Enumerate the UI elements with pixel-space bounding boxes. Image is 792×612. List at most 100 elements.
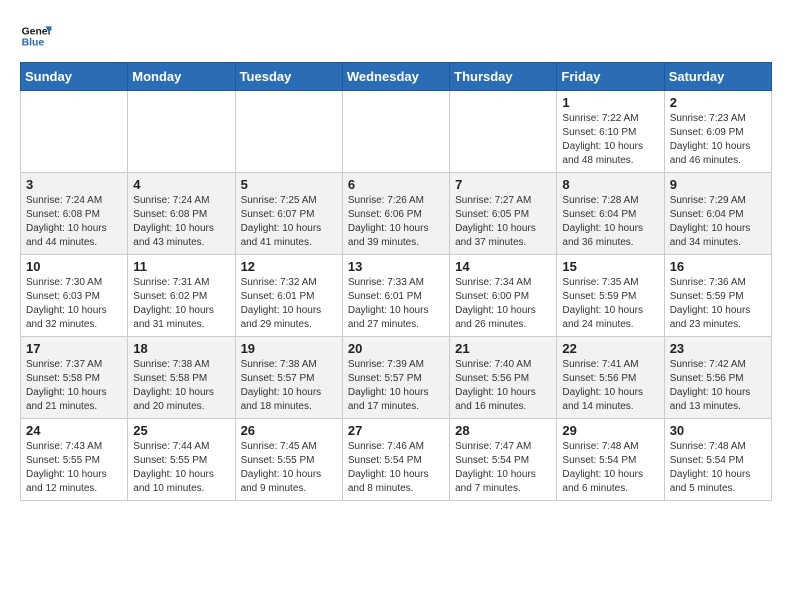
day-info: Sunrise: 7:38 AM Sunset: 5:57 PM Dayligh… (241, 358, 337, 414)
day-number: 27 (348, 423, 444, 438)
calendar-cell: 16Sunrise: 7:36 AM Sunset: 5:59 PM Dayli… (664, 255, 771, 337)
day-number: 11 (133, 259, 229, 274)
day-info: Sunrise: 7:35 AM Sunset: 5:59 PM Dayligh… (562, 276, 658, 332)
day-number: 20 (348, 341, 444, 356)
calendar-cell: 2 Sunrise: 7:23 AM Sunset: 6:09 PM Daylig… (664, 91, 771, 173)
day-info: Sunrise: 7:40 AM Sunset: 5:56 PM Dayligh… (455, 358, 551, 414)
calendar-cell (235, 91, 342, 173)
calendar-cell (450, 91, 557, 173)
day-info: Sunrise: 7:37 AM Sunset: 5:58 PM Dayligh… (26, 358, 122, 414)
day-info: Sunrise: 7:25 AM Sunset: 6:07 PM Dayligh… (241, 194, 337, 250)
day-info: Sunrise: 7:38 AM Sunset: 5:58 PM Dayligh… (133, 358, 229, 414)
calendar-cell: 17 Sunrise: 7:37 AM Sunset: 5:58 PM Dayli… (21, 337, 128, 419)
calendar-cell: 25 Sunrise: 7:44 AM Sunset: 5:55 PM Dayli… (128, 419, 235, 501)
calendar-cell: 11 Sunrise: 7:31 AM Sunset: 6:02 PM Dayli… (128, 255, 235, 337)
day-info: Sunrise: 7:48 AM Sunset: 5:54 PM Dayligh… (562, 440, 658, 496)
day-info: Sunrise: 7:46 AM Sunset: 5:54 PM Dayligh… (348, 440, 444, 496)
day-number: 29 (562, 423, 658, 438)
day-info: Sunrise: 7:31 AM Sunset: 6:02 PM Dayligh… (133, 276, 229, 332)
day-info: Sunrise: 7:23 AM Sunset: 6:09 PM Dayligh… (670, 112, 766, 168)
calendar-cell: 12 Sunrise: 7:32 AM Sunset: 6:01 PM Dayli… (235, 255, 342, 337)
day-number: 30 (670, 423, 766, 438)
logo-icon: General Blue (20, 20, 52, 52)
day-number: 7 (455, 177, 551, 192)
calendar-cell: 23 Sunrise: 7:42 AM Sunset: 5:56 PM Dayli… (664, 337, 771, 419)
day-number: 18 (133, 341, 229, 356)
calendar-cell: 28 Sunrise: 7:47 AM Sunset: 5:54 PM Dayli… (450, 419, 557, 501)
logo: General Blue (20, 20, 52, 52)
weekday-header-monday: Monday (128, 63, 235, 91)
day-number: 26 (241, 423, 337, 438)
weekday-header-thursday: Thursday (450, 63, 557, 91)
day-info: Sunrise: 7:33 AM Sunset: 6:01 PM Dayligh… (348, 276, 444, 332)
week-row-1: 1 Sunrise: 7:22 AM Sunset: 6:10 PM Daylig… (21, 91, 772, 173)
calendar-cell: 4Sunrise: 7:24 AM Sunset: 6:08 PM Daylig… (128, 173, 235, 255)
day-number: 2 (670, 95, 766, 110)
weekday-header-saturday: Saturday (664, 63, 771, 91)
day-info: Sunrise: 7:29 AM Sunset: 6:04 PM Dayligh… (670, 194, 766, 250)
day-number: 3 (26, 177, 122, 192)
calendar-cell (21, 91, 128, 173)
day-info: Sunrise: 7:48 AM Sunset: 5:54 PM Dayligh… (670, 440, 766, 496)
week-row-2: 3 Sunrise: 7:24 AM Sunset: 6:08 PM Daylig… (21, 173, 772, 255)
day-info: Sunrise: 7:39 AM Sunset: 5:57 PM Dayligh… (348, 358, 444, 414)
day-info: Sunrise: 7:24 AM Sunset: 6:08 PM Dayligh… (133, 194, 229, 250)
calendar-cell: 13 Sunrise: 7:33 AM Sunset: 6:01 PM Dayli… (342, 255, 449, 337)
day-info: Sunrise: 7:43 AM Sunset: 5:55 PM Dayligh… (26, 440, 122, 496)
day-number: 8 (562, 177, 658, 192)
day-number: 9 (670, 177, 766, 192)
week-row-5: 24Sunrise: 7:43 AM Sunset: 5:55 PM Dayli… (21, 419, 772, 501)
calendar-cell: 30 Sunrise: 7:48 AM Sunset: 5:54 PM Dayli… (664, 419, 771, 501)
calendar-cell: 24Sunrise: 7:43 AM Sunset: 5:55 PM Dayli… (21, 419, 128, 501)
day-number: 6 (348, 177, 444, 192)
calendar-cell: 18 Sunrise: 7:38 AM Sunset: 5:58 PM Dayli… (128, 337, 235, 419)
day-info: Sunrise: 7:28 AM Sunset: 6:04 PM Dayligh… (562, 194, 658, 250)
svg-text:Blue: Blue (22, 38, 45, 49)
calendar-cell (128, 91, 235, 173)
day-info: Sunrise: 7:30 AM Sunset: 6:03 PM Dayligh… (26, 276, 122, 332)
day-number: 1 (562, 95, 658, 110)
day-info: Sunrise: 7:45 AM Sunset: 5:55 PM Dayligh… (241, 440, 337, 496)
weekday-header-row: SundayMondayTuesdayWednesdayThursdayFrid… (21, 63, 772, 91)
calendar-cell: 8 Sunrise: 7:28 AM Sunset: 6:04 PM Daylig… (557, 173, 664, 255)
calendar-cell: 14Sunrise: 7:34 AM Sunset: 6:00 PM Dayli… (450, 255, 557, 337)
weekday-header-tuesday: Tuesday (235, 63, 342, 91)
day-info: Sunrise: 7:47 AM Sunset: 5:54 PM Dayligh… (455, 440, 551, 496)
calendar-cell: 5 Sunrise: 7:25 AM Sunset: 6:07 PM Daylig… (235, 173, 342, 255)
day-number: 28 (455, 423, 551, 438)
weekday-header-wednesday: Wednesday (342, 63, 449, 91)
calendar-cell (342, 91, 449, 173)
calendar-cell: 29 Sunrise: 7:48 AM Sunset: 5:54 PM Dayli… (557, 419, 664, 501)
week-row-3: 10Sunrise: 7:30 AM Sunset: 6:03 PM Dayli… (21, 255, 772, 337)
day-number: 15 (562, 259, 658, 274)
calendar-cell: 1 Sunrise: 7:22 AM Sunset: 6:10 PM Daylig… (557, 91, 664, 173)
day-info: Sunrise: 7:42 AM Sunset: 5:56 PM Dayligh… (670, 358, 766, 414)
day-number: 23 (670, 341, 766, 356)
day-number: 17 (26, 341, 122, 356)
calendar-cell: 19Sunrise: 7:38 AM Sunset: 5:57 PM Dayli… (235, 337, 342, 419)
day-number: 25 (133, 423, 229, 438)
day-info: Sunrise: 7:41 AM Sunset: 5:56 PM Dayligh… (562, 358, 658, 414)
day-info: Sunrise: 7:22 AM Sunset: 6:10 PM Dayligh… (562, 112, 658, 168)
day-info: Sunrise: 7:24 AM Sunset: 6:08 PM Dayligh… (26, 194, 122, 250)
day-number: 21 (455, 341, 551, 356)
week-row-4: 17 Sunrise: 7:37 AM Sunset: 5:58 PM Dayli… (21, 337, 772, 419)
day-info: Sunrise: 7:27 AM Sunset: 6:05 PM Dayligh… (455, 194, 551, 250)
page-header: General Blue (20, 20, 772, 52)
day-info: Sunrise: 7:26 AM Sunset: 6:06 PM Dayligh… (348, 194, 444, 250)
day-info: Sunrise: 7:44 AM Sunset: 5:55 PM Dayligh… (133, 440, 229, 496)
day-number: 5 (241, 177, 337, 192)
day-number: 13 (348, 259, 444, 274)
calendar-cell: 6 Sunrise: 7:26 AM Sunset: 6:06 PM Daylig… (342, 173, 449, 255)
day-number: 14 (455, 259, 551, 274)
weekday-header-friday: Friday (557, 63, 664, 91)
day-number: 12 (241, 259, 337, 274)
weekday-header-sunday: Sunday (21, 63, 128, 91)
day-info: Sunrise: 7:32 AM Sunset: 6:01 PM Dayligh… (241, 276, 337, 332)
calendar-table: SundayMondayTuesdayWednesdayThursdayFrid… (20, 62, 772, 501)
calendar-cell: 21 Sunrise: 7:40 AM Sunset: 5:56 PM Dayli… (450, 337, 557, 419)
day-number: 22 (562, 341, 658, 356)
calendar-cell: 15 Sunrise: 7:35 AM Sunset: 5:59 PM Dayli… (557, 255, 664, 337)
calendar-cell: 22 Sunrise: 7:41 AM Sunset: 5:56 PM Dayli… (557, 337, 664, 419)
day-number: 16 (670, 259, 766, 274)
